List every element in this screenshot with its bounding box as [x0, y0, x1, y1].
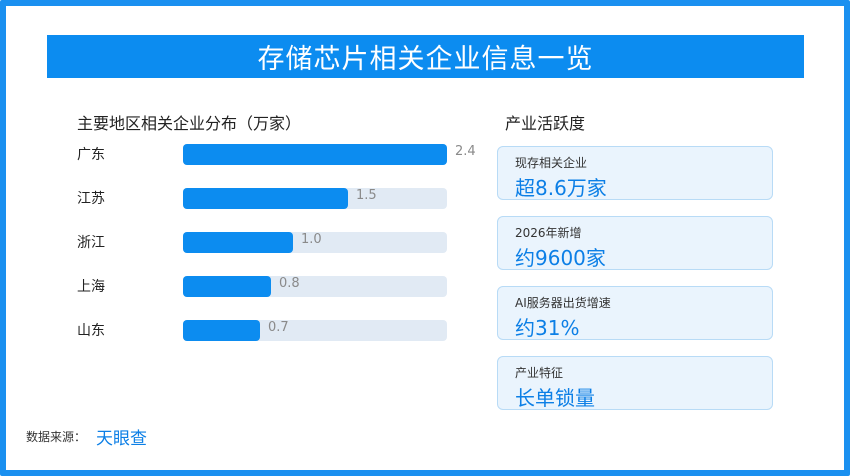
bar-江苏 [183, 188, 348, 209]
category-label: 山东 [77, 323, 105, 339]
data-label: 1.0 [301, 232, 322, 247]
stat-value: 约9600家 [515, 246, 606, 270]
stat-label: 2026年新增 [515, 226, 582, 240]
stat-card-new-2026: 2026年新增 约9600家 [497, 216, 773, 270]
chart-section-title: 主要地区相关企业分布（万家） [77, 114, 302, 133]
category-label: 浙江 [77, 235, 105, 251]
data-label: 1.5 [356, 188, 377, 203]
stat-label: AI服务器出货增速 [515, 296, 611, 310]
stat-card-existing-companies: 现存相关企业 超8.6万家 [497, 146, 773, 200]
source-link[interactable]: 天眼查 [96, 424, 147, 449]
stat-label: 现存相关企业 [515, 156, 588, 170]
category-label: 广东 [77, 147, 105, 163]
data-label: 0.8 [279, 276, 300, 291]
bar-山东 [183, 320, 260, 341]
source-label: 数据来源： [26, 430, 87, 444]
stat-value: 约31% [515, 316, 580, 340]
category-label: 江苏 [77, 191, 105, 207]
bar-浙江 [183, 232, 293, 253]
stat-card-industry-feature: 产业特征 长单锁量 [497, 356, 773, 410]
stat-label: 产业特征 [515, 366, 564, 380]
region-bar-chart: 广东 2.4 江苏 1.5 浙江 1.0 上海 0.8 山东 0.7 [77, 144, 476, 341]
bar-上海 [183, 276, 271, 297]
data-label: 0.7 [268, 320, 289, 335]
data-label: 2.4 [455, 144, 476, 159]
stat-value: 长单锁量 [515, 386, 595, 410]
category-label: 上海 [77, 279, 105, 295]
activity-section-title: 产业活跃度 [505, 114, 586, 133]
stat-card-ai-server-growth: AI服务器出货增速 约31% [497, 286, 773, 340]
page-title: 存储芯片相关企业信息一览 [47, 35, 804, 78]
bar-广东 [183, 144, 447, 165]
stat-value: 超8.6万家 [515, 176, 607, 200]
